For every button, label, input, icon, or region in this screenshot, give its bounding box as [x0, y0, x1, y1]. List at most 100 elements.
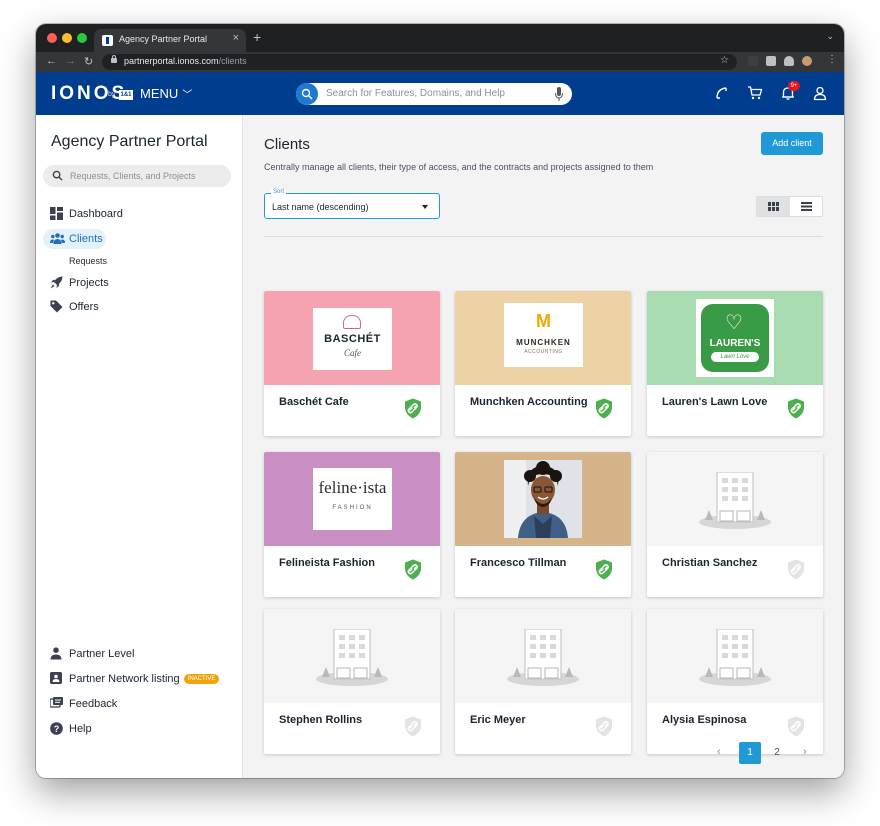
- unlinked-shield-icon[interactable]: [595, 716, 613, 742]
- sidebar-item-help[interactable]: ? Help: [43, 719, 163, 739]
- logo-1and1-badge: 1&1: [119, 90, 133, 100]
- logo-by-text: by: [108, 91, 116, 98]
- client-logo-area: feline·ista FASHION: [264, 452, 440, 546]
- client-photo-avatar: [504, 460, 582, 538]
- new-tab-button[interactable]: +: [253, 29, 261, 45]
- cart-icon[interactable]: [747, 85, 763, 106]
- client-logo-area: BASCHÉT Cafe: [264, 291, 440, 385]
- unlinked-shield-icon[interactable]: [787, 559, 805, 585]
- sidebar-item-dashboard[interactable]: Dashboard: [43, 204, 163, 224]
- puzzle-extensions-icon[interactable]: [784, 56, 794, 66]
- building-placeholder-icon: [695, 471, 775, 537]
- logo-subtext: FASHION: [332, 505, 373, 511]
- client-card[interactable]: feline·ista FASHION Felineista Fashion: [264, 452, 440, 597]
- sidebar-item-feedback[interactable]: Feedback: [43, 694, 163, 714]
- phone-icon[interactable]: [714, 85, 730, 106]
- browser-menu-icon[interactable]: ⋮: [827, 54, 837, 65]
- logo-text: feline·ista: [318, 478, 387, 497]
- previous-page-button[interactable]: ‹: [717, 746, 721, 758]
- sidebar-item-partner-level[interactable]: Partner Level: [43, 644, 163, 664]
- app-header: IONOS by 1&1 MENU ﹀ Search for Features, …: [36, 72, 844, 115]
- sidebar-item-partner-network-listing[interactable]: Partner Network listing INACTIVE: [43, 669, 233, 689]
- client-logo-area: [647, 452, 823, 546]
- linked-shield-icon[interactable]: [595, 398, 613, 424]
- sidebar-item-projects[interactable]: Projects: [43, 273, 143, 293]
- reload-icon[interactable]: ↻: [84, 55, 93, 68]
- sidebar-search-placeholder: Requests, Clients, and Projects: [70, 171, 196, 181]
- forward-arrow-icon[interactable]: →: [65, 55, 76, 67]
- sidebar-item-clients[interactable]: Clients: [43, 229, 106, 249]
- extension-icon[interactable]: [748, 56, 758, 66]
- rocket-icon: [50, 276, 63, 289]
- profile-avatar-icon[interactable]: [802, 56, 812, 66]
- client-logo-area: M MUNCHKEN ACCOUNTING: [455, 291, 631, 385]
- client-card[interactable]: Alysia Espinosa: [647, 609, 823, 754]
- sidebar-item-offers[interactable]: Offers: [43, 297, 143, 317]
- tab-close-icon[interactable]: ×: [233, 32, 239, 44]
- camera-extension-icon[interactable]: [766, 56, 776, 66]
- bookmark-star-icon[interactable]: ☆: [720, 55, 729, 66]
- unlinked-shield-icon[interactable]: [787, 716, 805, 742]
- sort-select[interactable]: Sort Last name (descending): [264, 189, 440, 219]
- building-placeholder-icon: [312, 628, 392, 694]
- help-icon: ?: [50, 722, 63, 735]
- notification-bell-icon[interactable]: 9+: [780, 81, 800, 106]
- linked-shield-icon[interactable]: [404, 398, 422, 424]
- sort-label: Sort: [271, 189, 287, 195]
- linked-shield-icon[interactable]: [787, 398, 805, 424]
- minimize-window-button[interactable]: [62, 33, 72, 43]
- client-name: Lauren's Lawn Love: [662, 396, 768, 408]
- list-view-button[interactable]: [790, 197, 823, 216]
- client-card[interactable]: Eric Meyer: [455, 609, 631, 754]
- back-arrow-icon[interactable]: ←: [46, 55, 57, 67]
- munchken-accounting-logo: M MUNCHKEN ACCOUNTING: [504, 303, 583, 367]
- search-icon: [52, 170, 63, 181]
- address-bar[interactable]: partnerportal.ionos.com/clients ☆: [102, 54, 737, 70]
- client-name: Alysia Espinosa: [662, 714, 747, 726]
- client-card[interactable]: Christian Sanchez: [647, 452, 823, 597]
- person-icon: [50, 647, 62, 660]
- baschet-cafe-logo: BASCHÉT Cafe: [313, 308, 392, 370]
- client-card[interactable]: M MUNCHKEN ACCOUNTING Munchken Accounting: [455, 291, 631, 436]
- browser-tab[interactable]: Agency Partner Portal ×: [94, 29, 246, 52]
- chef-hat-icon: [343, 315, 361, 329]
- client-logo-area: [455, 452, 631, 546]
- url-text[interactable]: partnerportal.ionos.com/clients: [124, 56, 247, 66]
- laurens-lawn-love-logo: ♡ LAUREN'S Lawn Love: [696, 299, 774, 377]
- client-card[interactable]: Stephen Rollins: [264, 609, 440, 754]
- client-card[interactable]: BASCHÉT Cafe Baschét Cafe: [264, 291, 440, 436]
- notification-badge: 9+: [788, 81, 800, 91]
- microphone-icon[interactable]: [554, 86, 564, 107]
- client-logo-area: [455, 609, 631, 703]
- grid-view-button[interactable]: [757, 197, 790, 216]
- sidebar-title: Agency Partner Portal: [51, 133, 208, 150]
- linked-shield-icon[interactable]: [595, 559, 613, 585]
- client-card[interactable]: Francesco Tillman: [455, 452, 631, 597]
- tab-search-chevron-icon[interactable]: ⌄: [826, 31, 834, 42]
- client-card[interactable]: ♡ LAUREN'S Lawn Love Lauren's Lawn Love: [647, 291, 823, 436]
- client-logo-area: [264, 609, 440, 703]
- linked-shield-icon[interactable]: [404, 559, 422, 585]
- next-page-button[interactable]: ›: [803, 746, 807, 758]
- sidebar-search-input[interactable]: Requests, Clients, and Projects: [43, 165, 231, 187]
- menu-button[interactable]: MENU ﹀: [140, 86, 192, 101]
- close-window-button[interactable]: [47, 33, 57, 43]
- page-title: Clients: [264, 136, 310, 153]
- svg-text:?: ?: [54, 724, 60, 734]
- page-button-1[interactable]: 1: [739, 742, 761, 764]
- sort-value: Last name (descending): [272, 202, 369, 212]
- page-button-2[interactable]: 2: [766, 742, 788, 764]
- main-content: Clients Centrally manage all clients, th…: [244, 115, 844, 778]
- maximize-window-button[interactable]: [77, 33, 87, 43]
- add-client-button[interactable]: Add client: [761, 132, 823, 155]
- global-search[interactable]: Search for Features, Domains, and Help: [296, 83, 572, 105]
- ionos-logo[interactable]: IONOS: [51, 83, 127, 105]
- sidebar-subitem-requests[interactable]: Requests: [69, 256, 107, 266]
- user-account-icon[interactable]: [812, 85, 828, 106]
- search-icon[interactable]: [296, 83, 318, 105]
- grid-icon: [768, 202, 779, 211]
- unlinked-shield-icon[interactable]: [404, 716, 422, 742]
- search-input[interactable]: Search for Features, Domains, and Help: [326, 88, 505, 99]
- client-name: Felineista Fashion: [279, 557, 375, 569]
- client-name: Christian Sanchez: [662, 557, 758, 569]
